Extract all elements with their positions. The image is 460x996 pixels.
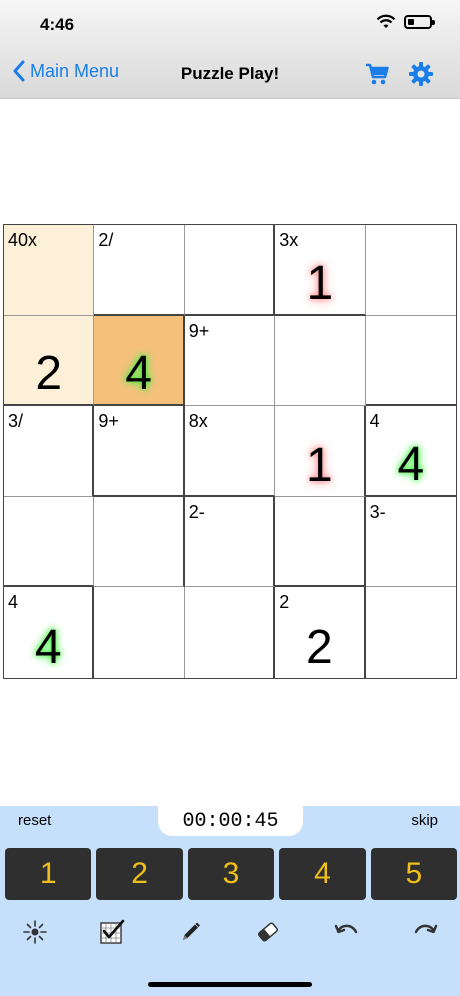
cage-label: 40x [8, 230, 38, 250]
grid-cell[interactable] [4, 496, 95, 588]
status-time: 4:46 [40, 15, 75, 34]
cage-label: 9+ [188, 320, 210, 341]
pencil-icon[interactable] [176, 918, 204, 946]
home-indicator [148, 982, 312, 987]
number-button-1[interactable]: 1 [5, 848, 92, 900]
number-button-4[interactable]: 4 [279, 848, 366, 900]
cage-label: 2 [279, 592, 290, 613]
grid-cell[interactable]: 2/ [94, 225, 185, 316]
cell-value: 4 [125, 347, 152, 401]
cage-label: 2/ [98, 230, 114, 250]
grid-cell[interactable] [275, 496, 366, 588]
cart-icon[interactable] [364, 61, 390, 87]
eraser-icon[interactable] [254, 918, 282, 946]
redo-icon[interactable] [411, 918, 439, 946]
number-button-5[interactable]: 5 [370, 848, 458, 900]
cell-value: 2 [306, 620, 333, 674]
cage-label: 8x [188, 411, 208, 432]
grid-cell[interactable]: 4 [94, 315, 185, 407]
cell-value: 4 [397, 437, 425, 491]
grid-cell[interactable]: 9+ [94, 406, 185, 497]
chevron-left-icon [13, 60, 25, 82]
grid-cell[interactable]: 8x [184, 406, 276, 497]
grid-cell[interactable] [185, 587, 276, 678]
grid-cell[interactable]: 1 [275, 406, 366, 497]
cell-value: 2 [35, 347, 63, 401]
wifi-icon [376, 14, 396, 28]
timer: 00:00:45 [182, 810, 279, 833]
cell-value: 1 [306, 438, 333, 492]
puzzle-grid: 40x 2/ 3x 1 2 4 9+ 3/ 9+ 8x 1 4 4 2- 3- … [3, 224, 457, 679]
cell-value: 4 [34, 620, 62, 674]
grid-cell[interactable]: 3x 1 [275, 225, 366, 316]
cell-value: 1 [306, 256, 334, 310]
reset-button[interactable]: reset [18, 812, 51, 829]
check-grid-icon[interactable] [98, 918, 126, 946]
cage-label: 3- [369, 501, 386, 522]
gear-icon[interactable] [408, 61, 434, 87]
grid-cell[interactable] [94, 496, 185, 588]
cage-label: 3x [279, 230, 299, 250]
number-button-3[interactable]: 3 [187, 848, 275, 900]
grid-cell[interactable]: 2 [4, 315, 95, 407]
status-icons [376, 14, 435, 30]
cage-label: 4 [369, 411, 380, 432]
battery-icon [404, 15, 435, 29]
grid-cell[interactable]: 3/ [4, 406, 95, 497]
grid-cell[interactable]: 4 4 [4, 587, 95, 678]
grid-cell[interactable] [94, 587, 185, 678]
grid-cell[interactable] [365, 225, 456, 316]
main-menu-label: Main Menu [30, 60, 120, 81]
grid-cell[interactable] [365, 316, 456, 407]
main-menu-button[interactable]: Main Menu [12, 60, 119, 82]
grid-cell[interactable]: 4 4 [365, 406, 456, 497]
reveal-icon[interactable] [21, 918, 49, 946]
undo-icon[interactable] [333, 918, 361, 946]
grid-cell[interactable]: 9+ [184, 315, 276, 407]
cage-label: 4 [8, 592, 19, 613]
grid-cell[interactable]: 2- [184, 496, 276, 588]
number-pad: 1 2 3 4 5 [5, 848, 458, 900]
cage-label: 2- [188, 501, 205, 522]
skip-button[interactable]: skip [411, 812, 438, 829]
grid-cell[interactable]: 40x [4, 225, 95, 316]
number-button-2[interactable]: 2 [96, 848, 183, 900]
grid-cell[interactable] [275, 315, 366, 407]
grid-cell[interactable]: 2 2 [275, 587, 366, 678]
grid-cell[interactable] [366, 587, 456, 678]
cage-label: 9+ [98, 411, 119, 432]
toolbar [0, 918, 460, 950]
grid-cell[interactable] [184, 225, 276, 316]
grid-cell[interactable]: 3- [365, 497, 456, 588]
cage-label: 3/ [8, 411, 24, 432]
